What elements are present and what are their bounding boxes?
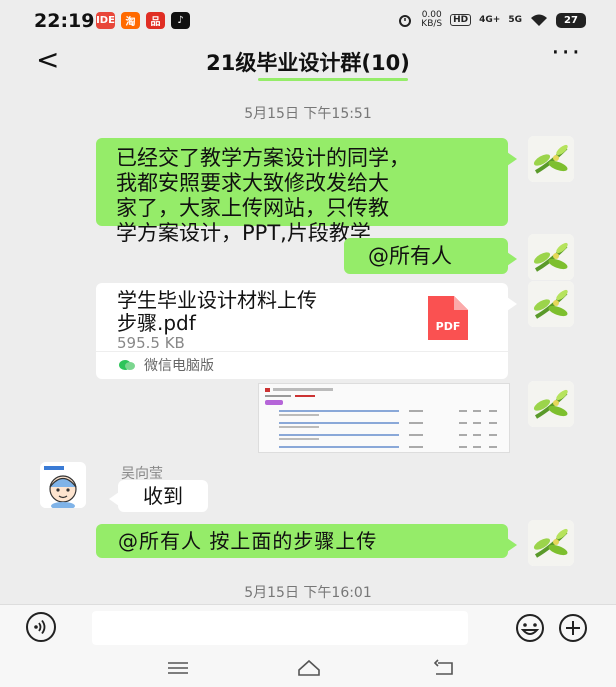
file-source-footer: 微信电脑版 [96, 351, 508, 379]
signal-4g: 4G+ [479, 15, 501, 25]
timestamp: 5月15日 下午15:51 [244, 106, 372, 122]
timestamp: 5月15日 下午16:01 [244, 585, 372, 601]
hd-badge: HD [450, 14, 472, 26]
status-bar: 22:19 IDE 淘 品 ♪ 0.00 KB/S HD 4G+ 5G 27 [0, 0, 616, 40]
message-bubble-1[interactable]: 已经交了教学方案设计的同学， 我都安照要求大致修改发给大 家了，大家上传网站，只… [96, 138, 517, 245]
plant-avatar-icon [528, 520, 574, 566]
plant-avatar-icon [528, 234, 574, 280]
net-speed-unit: KB/S [421, 19, 443, 29]
sender-avatar[interactable] [40, 462, 86, 508]
pinduoduo-icon: 品 [146, 12, 165, 29]
system-nav-bar [0, 651, 616, 687]
my-avatar[interactable] [528, 234, 574, 280]
tiktok-icon: ♪ [171, 12, 190, 29]
wechat-icon [119, 360, 135, 370]
previous-bubble-edge [258, 78, 408, 81]
pdf-icon-shape: PDF [428, 296, 468, 340]
wifi-icon [531, 14, 547, 26]
message-input[interactable] [92, 611, 468, 645]
status-time: 22:19 [34, 10, 95, 32]
plus-icon [559, 614, 587, 642]
message-line: 已经交了教学方案设计的同学， [116, 146, 410, 170]
my-avatar[interactable] [528, 136, 574, 182]
my-avatar[interactable] [528, 281, 574, 327]
voice-button[interactable] [26, 612, 56, 642]
pdf-label: PDF [436, 320, 461, 333]
message-bubble-3[interactable]: 收到 [109, 480, 208, 512]
my-avatar[interactable] [528, 520, 574, 566]
chat-title: 21级毕业设计群(10) [206, 51, 410, 75]
file-name-line: 学生毕业设计材料上传 [117, 288, 317, 312]
status-app-icons: IDE 淘 品 ♪ [96, 12, 190, 29]
more-button[interactable]: ··· [551, 38, 582, 68]
app-notification-icon: IDE [96, 12, 115, 29]
emoji-icon [516, 614, 544, 642]
more-functions-button[interactable] [557, 612, 589, 644]
back-key-icon[interactable] [432, 657, 458, 679]
message-bubble-2[interactable]: @所有人 [344, 238, 517, 274]
my-avatar[interactable] [528, 381, 574, 427]
screenshot-thumbnail [259, 384, 509, 452]
file-name-line: 步骤.pdf [117, 311, 196, 335]
battery-icon: 27 [556, 12, 586, 28]
status-indicators: 0.00 KB/S HD 4G+ 5G 27 [397, 11, 586, 29]
input-bar [0, 604, 616, 652]
file-source-label: 微信电脑版 [144, 358, 214, 374]
cartoon-avatar-icon [40, 462, 86, 508]
image-message[interactable] [258, 383, 510, 453]
file-size: 595.5 KB [117, 334, 185, 352]
voice-icon [34, 619, 46, 635]
message-line: 家了，大家上传网站，只传教 [116, 196, 389, 220]
emoji-button[interactable] [514, 612, 546, 644]
message-bubble-4[interactable]: @所有人 按上面的步骤上传 [96, 524, 517, 558]
plant-avatar-icon [528, 381, 574, 427]
plant-avatar-icon [528, 281, 574, 327]
file-name: 学生毕业设计材料上传 步骤.pdf [117, 289, 397, 335]
pdf-file-icon: PDF [424, 296, 468, 340]
home-icon[interactable] [296, 657, 322, 679]
plant-avatar-icon [528, 136, 574, 182]
net-speed: 0.00 KB/S [421, 11, 442, 29]
signal-5g: 5G [508, 15, 522, 25]
message-line: 我都安照要求大致修改发给大 [116, 171, 389, 195]
menu-icon[interactable] [166, 657, 190, 679]
alarm-icon [399, 15, 412, 27]
taobao-icon: 淘 [121, 12, 140, 29]
